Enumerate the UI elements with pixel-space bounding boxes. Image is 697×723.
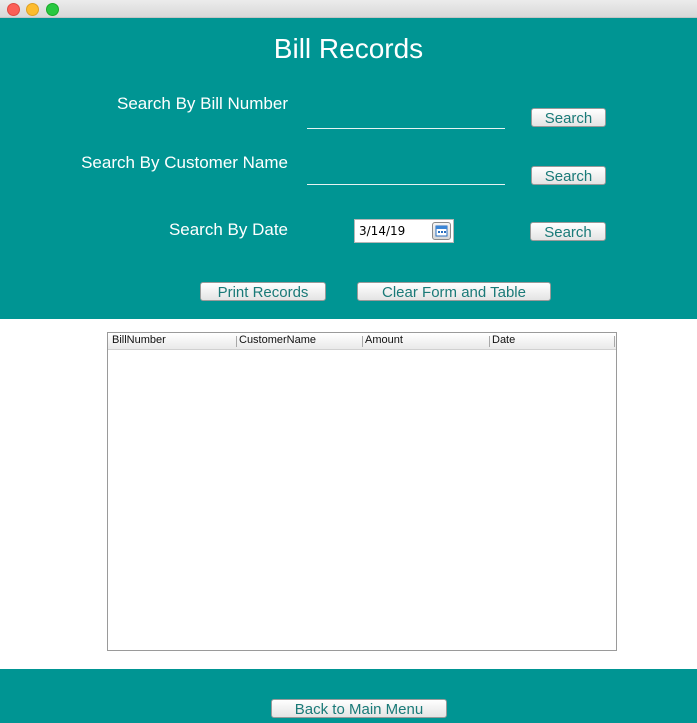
- bill-number-input[interactable]: [307, 105, 505, 129]
- column-header-amount[interactable]: Amount: [365, 334, 403, 346]
- customer-name-label: Search By Customer Name: [81, 153, 288, 172]
- column-divider[interactable]: [362, 336, 363, 347]
- customer-name-input[interactable]: [307, 161, 505, 185]
- column-divider[interactable]: [489, 336, 490, 347]
- zoom-window-button[interactable]: [46, 3, 59, 16]
- bill-records-table[interactable]: BillNumber CustomerName Amount Date: [107, 332, 617, 651]
- back-to-main-menu-button[interactable]: Back to Main Menu: [271, 699, 447, 718]
- minimize-window-button[interactable]: [26, 3, 39, 16]
- search-bill-number-button[interactable]: Search: [531, 108, 606, 127]
- window-titlebar: [0, 0, 697, 18]
- calendar-icon[interactable]: [432, 222, 451, 240]
- print-records-button[interactable]: Print Records: [200, 282, 326, 301]
- column-header-billnumber[interactable]: BillNumber: [112, 334, 166, 346]
- clear-form-button[interactable]: Clear Form and Table: [357, 282, 551, 301]
- column-divider[interactable]: [614, 336, 615, 347]
- search-customer-name-button[interactable]: Search: [531, 166, 606, 185]
- date-value[interactable]: 3/14/19: [359, 224, 405, 238]
- close-window-button[interactable]: [7, 3, 20, 16]
- table-header: BillNumber CustomerName Amount Date: [108, 333, 616, 350]
- date-picker[interactable]: 3/14/19: [354, 219, 454, 243]
- page-title: Bill Records: [273, 33, 424, 64]
- column-header-date[interactable]: Date: [492, 334, 515, 346]
- column-header-customername[interactable]: CustomerName: [239, 334, 316, 346]
- search-date-button[interactable]: Search: [530, 222, 606, 241]
- bill-number-label: Search By Bill Number: [116, 94, 288, 113]
- column-divider[interactable]: [236, 336, 237, 347]
- date-label: Search By Date: [168, 220, 288, 239]
